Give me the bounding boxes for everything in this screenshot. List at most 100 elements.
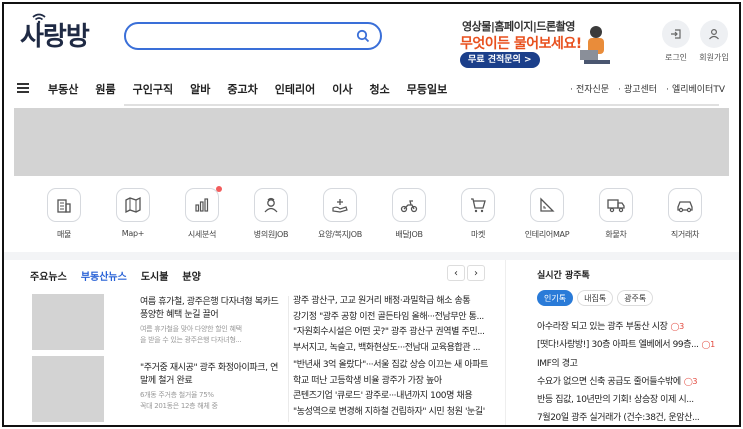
headline-item[interactable]: "농성역으로 변경해 지하철 건립하자" 시민 청원 '눈길' xyxy=(293,405,493,421)
page-frame: 사랑방 영상물|홈페이지|드론촬영 무엇이든 물어보세요! 무료 견적문의 > … xyxy=(2,2,741,427)
nav-item-real-estate[interactable]: 부동산 xyxy=(48,81,78,97)
ad-line2: 무엇이든 물어보세요! xyxy=(460,36,582,52)
headline-item[interactable]: "자원회수시설은 어떤 곳?" 광주 광산구 권역별 주민... xyxy=(293,325,493,341)
quick-label: 병의원JOB xyxy=(253,230,289,239)
comment-count: ◯3 xyxy=(683,376,698,386)
quick-label: 매물 xyxy=(56,230,72,239)
headline-item[interactable]: 부서지고, 녹슬고, 백화현상도···전남대 교육용합관 ... xyxy=(293,341,493,357)
headline-list-bottom: "반년새 3억 올랐다"···서울 집값 상승 이끄는 새 아파트 학교 떠난 … xyxy=(293,358,493,420)
quick-item-delivery-job[interactable]: 배달JOB xyxy=(379,188,439,240)
chevron-right-icon[interactable]: › xyxy=(467,265,485,281)
main-nav: 부동산 원룸 구인구직 알바 중고차 인테리어 이사 청소 무등일보 전자신문 … xyxy=(4,74,739,104)
nav-item-oneroom[interactable]: 원룸 xyxy=(95,81,115,97)
care-icon xyxy=(332,199,348,213)
quick-label: 마켓 xyxy=(470,230,486,239)
search-icon[interactable] xyxy=(356,29,370,43)
quick-label: 배달JOB xyxy=(395,230,423,239)
quick-item-hospital-job[interactable]: 병의원JOB xyxy=(241,188,301,240)
nav-item-cleaning[interactable]: 청소 xyxy=(369,81,389,97)
quick-label: 요양/복지JOB xyxy=(318,230,362,239)
user-icon xyxy=(709,28,719,40)
nav-link-ad-center[interactable]: 광고센터 xyxy=(618,82,657,95)
headline-list-top: 광주 광산구, 고교 원거리 배정·과밀학급 해소 송통 강기정 "광주 공항 … xyxy=(293,294,493,356)
ad-person-illustration xyxy=(580,26,610,64)
header-ad-banner[interactable]: 영상물|홈페이지|드론촬영 무엇이든 물어보세요! 무료 견적문의 > xyxy=(452,14,612,70)
site-logo[interactable]: 사랑방 xyxy=(20,13,90,53)
tab-presale[interactable]: 분양 xyxy=(182,268,200,283)
tab-popular-talk[interactable]: 인기톡 xyxy=(537,290,574,306)
tab-real-estate-news[interactable]: 부동산뉴스 xyxy=(81,268,127,283)
tab-gwangju-talk[interactable]: 광주톡 xyxy=(617,290,654,306)
search-input[interactable] xyxy=(136,24,346,47)
chart-icon xyxy=(195,198,209,212)
main-banner[interactable] xyxy=(14,108,729,176)
nav-item-parttime[interactable]: 알바 xyxy=(190,81,210,97)
headline-item[interactable]: 학교 떠난 고등학생 비율 광주가 가장 높아 xyxy=(293,374,493,390)
nav-link-elevator-tv[interactable]: 엘리베이터TV xyxy=(666,82,725,95)
headline-item[interactable]: "반년새 3억 올랐다"···서울 집값 상승 이끄는 새 아파트 xyxy=(293,358,493,374)
list-item[interactable]: 수요가 없으면 신축 공급도 줄어들수밖에 ◯3 xyxy=(537,373,727,391)
featured-title[interactable]: "주거중 재시공" 광주 화정아이파크, 연말께 철거 완료 xyxy=(140,362,280,388)
featured-title[interactable]: 여름 휴가철, 광주은행 다자녀형 복카드 풍양한 혜택 눈길 끌어 xyxy=(140,296,280,322)
featured-desc: 여름 휴가철을 맞아 다양한 할인 혜택 xyxy=(140,325,242,333)
news-pager: ‹ › xyxy=(445,265,485,281)
wifi-icon xyxy=(32,13,46,23)
list-item[interactable]: [떳다!사랑방!] 30층 아파트 엘베에서 99층... ◯1 xyxy=(537,336,727,354)
tab-myhome-talk[interactable]: 내집톡 xyxy=(577,290,614,306)
login-label: 로그인 xyxy=(664,53,688,62)
login-button[interactable]: 로그인 xyxy=(656,20,696,63)
quick-label: 시세분석 xyxy=(187,230,217,239)
login-icon xyxy=(671,29,681,39)
signup-button[interactable]: 회원가입 xyxy=(694,20,734,63)
tab-city[interactable]: 도시불 xyxy=(141,268,169,283)
section-divider xyxy=(4,252,739,260)
realtime-talk-panel: 실시간 광주톡 인기톡 내집톡 광주톡 아수라장 되고 있는 광주 부동산 시장… xyxy=(523,260,733,425)
tab-main-news[interactable]: 주요뉴스 xyxy=(30,268,67,283)
nav-item-interior[interactable]: 인테리어 xyxy=(275,81,315,97)
news-thumbnail[interactable] xyxy=(32,356,104,422)
nav-divider xyxy=(124,104,719,106)
featured-news-1[interactable]: 여름 휴가철, 광주은행 다자녀형 복카드 풍양한 혜택 눈길 끌어 여름 휴가… xyxy=(140,296,280,346)
list-item[interactable]: 아수라장 되고 있는 광주 부동산 시장 ◯3 xyxy=(537,318,727,336)
quick-label: 직거래차 xyxy=(670,230,700,239)
headline-item[interactable]: 콘텐즈기업 '큐로드' 광주로···내년까지 100명 채용 xyxy=(293,389,493,405)
featured-desc: 꼭대 201동은 12층 해체 중 xyxy=(140,402,218,410)
quick-item-price-analysis[interactable]: 시세분석 xyxy=(172,186,232,240)
ruler-icon xyxy=(540,197,555,212)
car-icon xyxy=(677,201,693,213)
realtime-tabs: 인기톡 내집톡 광주톡 xyxy=(537,290,657,306)
map-icon xyxy=(125,196,141,214)
ad-quote-button[interactable]: 무료 견적문의 > xyxy=(460,52,540,68)
featured-news-2[interactable]: "주거중 재시공" 광주 화정아이파크, 연말께 철거 완료 6개동 주거층 철… xyxy=(140,362,280,412)
quick-item-care-job[interactable]: 요양/복지JOB xyxy=(310,188,370,240)
nav-item-newspaper[interactable]: 무등일보 xyxy=(407,81,447,97)
headline-item[interactable]: 강기정 "광주 공항 이전 골든타임 올해···전남무안 통... xyxy=(293,310,493,326)
chevron-left-icon[interactable]: ‹ xyxy=(447,265,465,281)
menu-icon[interactable] xyxy=(17,83,29,93)
nav-link-e-newspaper[interactable]: 전자신문 xyxy=(570,82,609,95)
logo-text: 사랑방 xyxy=(20,22,90,52)
quick-item-direct-car[interactable]: 직거래차 xyxy=(655,188,715,240)
signup-label: 회원가입 xyxy=(699,53,729,62)
nav-item-used-car[interactable]: 중고차 xyxy=(227,81,257,97)
quick-item-cargo-truck[interactable]: 화물차 xyxy=(586,188,646,240)
nurse-icon xyxy=(264,197,278,213)
quick-item-interior-map[interactable]: 인테리어MAP xyxy=(517,188,577,240)
headline-item[interactable]: 광주 광산구, 고교 원거리 배정·과밀학급 해소 송통 xyxy=(293,294,493,310)
comment-count: ◯1 xyxy=(701,340,716,350)
list-item[interactable]: 7월20일 광주 실거래가 (건수:38건, 운암산... xyxy=(537,409,727,425)
search-box[interactable] xyxy=(124,22,382,50)
news-tabs: 주요뉴스 부동산뉴스 도시불 분양 xyxy=(30,268,215,283)
nav-item-jobs[interactable]: 구인구직 xyxy=(133,81,173,97)
list-item[interactable]: 반등 집값, 10년만의 기회! 상승장 이제 시... xyxy=(537,391,727,409)
quick-item-map[interactable]: Map+ xyxy=(103,188,163,238)
scooter-icon xyxy=(400,200,418,213)
quick-item-listings[interactable]: 매물 xyxy=(34,188,94,240)
quick-item-market[interactable]: 마켓 xyxy=(448,188,508,240)
cart-icon xyxy=(471,198,486,213)
quick-label: 인테리어MAP xyxy=(524,230,570,239)
news-thumbnail[interactable] xyxy=(32,294,104,350)
nav-item-moving[interactable]: 이사 xyxy=(332,81,352,97)
list-item[interactable]: IMF의 경고 xyxy=(537,355,727,373)
quick-label: Map+ xyxy=(121,229,145,238)
